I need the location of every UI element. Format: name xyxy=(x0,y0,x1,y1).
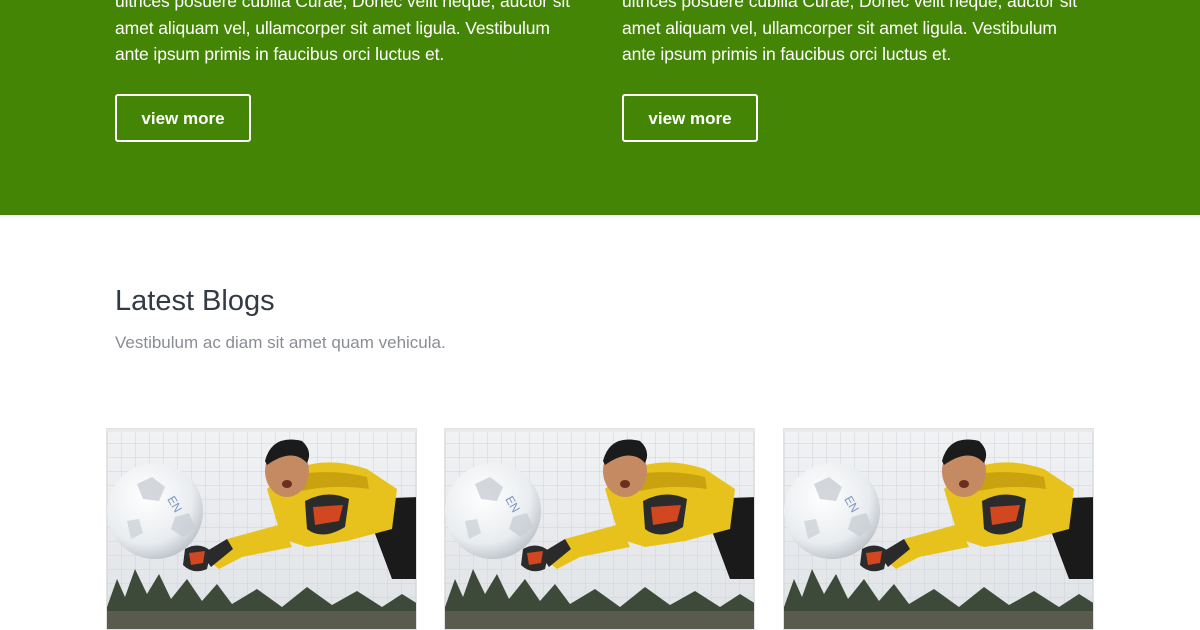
view-more-button[interactable]: view more xyxy=(622,93,758,142)
section-title: Latest Blogs xyxy=(115,285,275,317)
view-more-button[interactable]: view more xyxy=(115,93,251,142)
blog-card[interactable] xyxy=(783,428,1094,630)
promo-column-right: ultrices posuere cubilia Curae; Donec ve… xyxy=(622,0,1092,142)
blog-card-image[interactable] xyxy=(445,429,755,630)
blog-card-image[interactable] xyxy=(784,429,1094,630)
blog-card[interactable] xyxy=(106,428,417,630)
promo-text: ultrices posuere cubilia Curae; Donec ve… xyxy=(622,0,1077,64)
blog-card-image[interactable] xyxy=(107,429,417,630)
promo-band: ultrices posuere cubilia Curae; Donec ve… xyxy=(0,0,1200,215)
blog-card[interactable] xyxy=(444,428,755,630)
promo-column-left: ultrices posuere cubilia Curae; Donec ve… xyxy=(115,0,585,142)
promo-text: ultrices posuere cubilia Curae; Donec ve… xyxy=(115,0,570,64)
section-subtitle: Vestibulum ac diam sit amet quam vehicul… xyxy=(115,333,446,352)
